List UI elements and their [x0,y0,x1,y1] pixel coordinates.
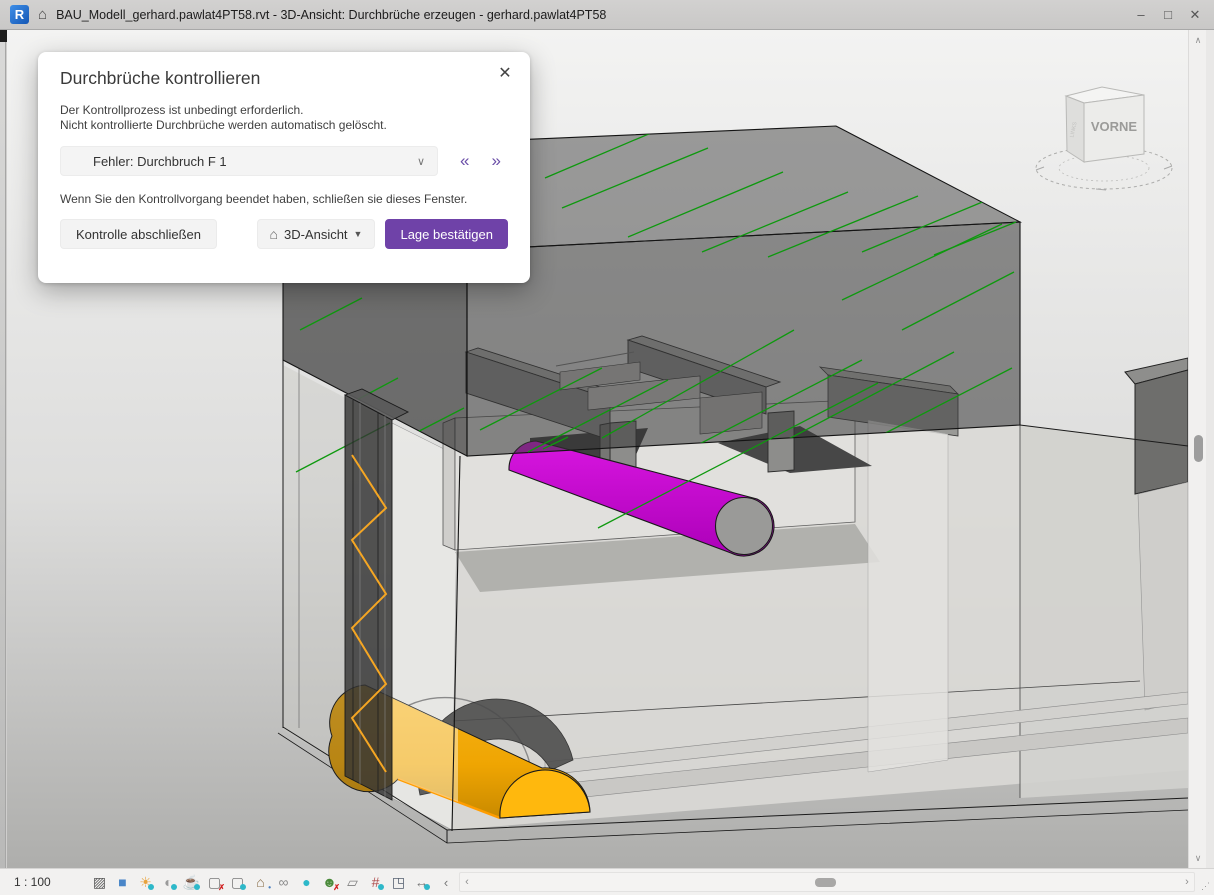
resize-grip[interactable]: ⋰ [1199,872,1211,892]
minimize-button[interactable]: – [1132,6,1150,24]
dialog-title: Durchbrüche kontrollieren [60,68,508,89]
scroll-down-icon[interactable]: ∨ [1189,850,1207,866]
dialog-body-line1: Der Kontrollprozess ist unbedingt erford… [60,103,508,118]
left-panel-edge [0,30,6,868]
temporary-hide-isolate-icon[interactable]: ∞ [272,871,295,893]
close-button[interactable]: ✕ [1186,6,1204,24]
toolbar-collapse-icon[interactable]: ‹ [439,875,453,890]
temporary-view-properties-icon[interactable]: ▱ [341,871,364,893]
error-select-value: Fehler: Durchbruch F 1 [93,154,227,169]
title-bar: R ⌂ BAU_Modell_gerhard.pawlat4PT58.rvt -… [0,0,1214,30]
prev-error-button[interactable]: « [460,151,469,171]
worksharing-display-icon[interactable]: ☻✗ [318,871,341,893]
crop-view-icon[interactable]: ▢✗ [203,871,226,893]
vertical-scroll-thumb[interactable] [1194,435,1203,462]
dialog-info-text: Wenn Sie den Kontrollvorgang beendet hab… [60,192,508,206]
locked-3d-view-icon[interactable]: ⌂• [249,871,272,893]
detail-level-icon[interactable]: ▨ [88,871,111,893]
sun-path-icon[interactable]: ☀ [134,871,157,893]
durchbrueche-dialog: ✕ Durchbrüche kontrollieren Der Kontroll… [38,52,530,283]
caret-down-icon: ▼ [354,229,363,239]
vertical-scrollbar[interactable]: ∧ ∨ [1188,30,1206,868]
horizontal-scroll-thumb[interactable] [815,878,836,887]
magenta-pipe-end-cap [716,498,773,555]
app-icon[interactable]: R [10,5,29,24]
view-dropdown-label: 3D-Ansicht [284,227,348,242]
rendering-icon[interactable]: ☕ [180,871,203,893]
scroll-right-icon[interactable]: › [1180,873,1194,891]
chevron-down-icon: ∨ [417,155,425,168]
displacement-sets-icon[interactable]: ◳ [387,871,410,893]
maximize-button[interactable]: □ [1159,6,1177,24]
next-error-button[interactable]: » [491,151,500,171]
reveal-hidden-elements-icon[interactable]: ● [295,871,318,893]
dialog-body-line2: Nicht kontrollierte Durchbrüche werden a… [60,118,508,133]
view-control-icons: ▨■☀◐☕▢✗▢⌂•∞●☻✗▱#◳↔ [88,871,433,893]
confirm-position-button[interactable]: Lage bestätigen [385,219,508,249]
scroll-up-icon[interactable]: ∧ [1189,32,1207,48]
viewcube-front-label[interactable]: VORNE [1091,119,1138,134]
scroll-left-icon[interactable]: ‹ [460,873,474,891]
window-right-margin [1206,30,1214,868]
scale-button[interactable]: 1 : 100 [14,875,66,889]
view-dropdown-button[interactable]: ⌂ 3D-Ansicht ▼ [257,219,376,249]
reveal-constraints-icon[interactable]: ↔ [410,871,433,893]
shadows-icon[interactable]: ◐ [157,871,180,893]
visual-style-icon[interactable]: ■ [111,871,134,893]
crop-region-icon[interactable]: ▢ [226,871,249,893]
error-select[interactable]: Fehler: Durchbruch F 1 ∨ [60,146,438,176]
home-icon[interactable]: ⌂ [38,6,47,23]
analytical-model-icon[interactable]: # [364,871,387,893]
window-title: BAU_Modell_gerhard.pawlat4PT58.rvt - 3D-… [56,8,606,22]
3d-home-icon: ⌂ [270,226,278,242]
finish-control-button[interactable]: Kontrolle abschließen [60,219,217,249]
dialog-close-icon[interactable]: ✕ [494,62,516,84]
view-control-bar: 1 : 100 ▨■☀◐☕▢✗▢⌂•∞●☻✗▱#◳↔ ‹ ‹ › ⋰ [0,868,1214,895]
horizontal-scrollbar[interactable]: ‹ › [459,872,1195,892]
